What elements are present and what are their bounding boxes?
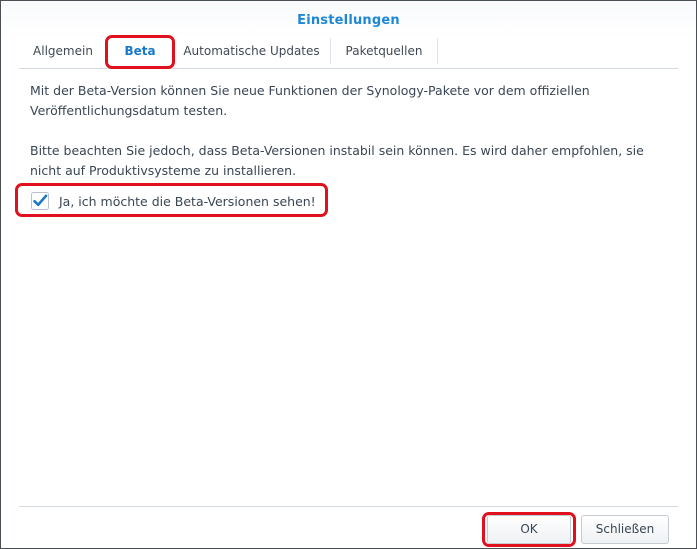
warning-paragraph: Bitte beachten Sie jedoch, dass Beta-Ver…: [30, 143, 644, 178]
tab-automatische-updates[interactable]: Automatische Updates: [173, 36, 330, 67]
tab-divider: [437, 38, 438, 64]
tab-paketquellen[interactable]: Paketquellen: [331, 36, 437, 67]
footer-divider: [19, 506, 678, 507]
description-paragraph: Mit der Beta-Version können Sie neue Fun…: [30, 83, 590, 118]
ok-button-label: OK: [520, 522, 538, 536]
tab-label: Automatische Updates: [183, 44, 320, 58]
title-bar[interactable]: Einstellungen: [1, 1, 696, 39]
beta-versions-checkbox[interactable]: [31, 192, 49, 210]
close-button[interactable]: Schließen: [581, 515, 669, 544]
tab-bar: Allgemein Beta Automatische Updates Pake…: [19, 36, 678, 69]
window-title: Einstellungen: [297, 13, 400, 28]
ok-button[interactable]: OK: [487, 515, 571, 544]
close-button-label: Schließen: [595, 522, 655, 536]
beta-versions-label: Ja, ich möchte die Beta-Versionen sehen!: [59, 193, 316, 209]
tab-label: Paketquellen: [345, 44, 423, 58]
tab-allgemein[interactable]: Allgemein: [19, 36, 107, 67]
beta-versions-option[interactable]: Ja, ich möchte die Beta-Versionen sehen!: [31, 191, 316, 211]
checkmark-icon: [31, 192, 49, 210]
tab-label: Beta: [124, 44, 156, 58]
beta-description: Mit der Beta-Version können Sie neue Fun…: [30, 81, 660, 201]
settings-window: Einstellungen Allgemein Beta Automatisch…: [0, 0, 697, 549]
tab-beta[interactable]: Beta: [108, 36, 172, 67]
tab-label: Allgemein: [33, 44, 93, 58]
